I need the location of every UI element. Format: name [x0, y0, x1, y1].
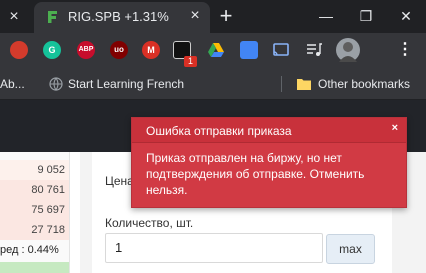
menu-kebab-icon[interactable]: ⋮	[396, 41, 414, 59]
max-button[interactable]: max	[326, 234, 375, 264]
toast-close-icon[interactable]: ×	[392, 122, 398, 134]
close-window-button[interactable]: ✕	[386, 0, 426, 33]
adblock-plus-icon[interactable]: ABP	[77, 41, 95, 59]
order-book-value: 75 697	[0, 200, 69, 220]
tab-favicon-icon	[48, 11, 57, 23]
order-book-value: 27 718	[0, 220, 69, 240]
error-toast: Ошибка отправки приказа × Приказ отправл…	[131, 117, 407, 208]
bookmarks-bar: Ab... Start Learning French Other bookma…	[0, 69, 426, 100]
other-bookmarks[interactable]: Other bookmarks	[318, 77, 410, 91]
order-book-value: 80 761	[0, 180, 69, 200]
toast-message: Приказ отправлен на биржу, но нет подтве…	[146, 151, 365, 197]
globe-icon	[49, 77, 63, 91]
bookmark-start-learning-french[interactable]: Start Learning French	[68, 77, 184, 91]
translate-icon[interactable]	[240, 41, 258, 59]
bid-row	[0, 262, 69, 273]
bookmark-item[interactable]: Ab...	[0, 77, 25, 91]
restore-button[interactable]: ❐	[346, 0, 386, 33]
active-tab[interactable]: RIG.SPB +1.31% ×	[34, 2, 210, 33]
gmail-icon[interactable]: M	[142, 41, 160, 59]
extension-badge: 1	[184, 56, 197, 67]
inactive-tab-close-icon[interactable]: ×	[0, 0, 28, 33]
toast-header: Ошибка отправки приказа ×	[132, 118, 406, 143]
toast-title: Ошибка отправки приказа	[146, 124, 292, 138]
tab-strip: × RIG.SPB +1.31% × + — ❐ ✕	[0, 0, 426, 33]
order-book-value: 9 052	[0, 160, 69, 180]
minimize-button[interactable]: —	[306, 0, 346, 33]
bookmarks-divider	[281, 76, 282, 92]
active-tab-title: RIG.SPB +1.31%	[68, 9, 169, 24]
cast-icon[interactable]	[272, 41, 290, 59]
tab-close-icon[interactable]: ×	[186, 7, 204, 25]
order-book-column: 9 052 80 761 75 697 27 718 ред : 0.44%	[0, 152, 70, 273]
extensions-toolbar: G ABP uo M ⋮	[0, 33, 426, 69]
grammarly-icon[interactable]: G	[43, 41, 61, 59]
media-control-icon[interactable]	[305, 41, 323, 59]
spread-value: ред : 0.44%	[0, 244, 59, 256]
santa-extension-icon[interactable]	[10, 41, 28, 59]
new-tab-button[interactable]: +	[214, 4, 238, 28]
quantity-input[interactable]: 1	[105, 233, 323, 263]
folder-icon	[297, 79, 311, 90]
price-label: Цена	[105, 174, 134, 188]
profile-avatar[interactable]	[336, 38, 360, 62]
quantity-label: Количество, шт.	[105, 216, 194, 230]
google-drive-icon[interactable]	[207, 41, 225, 59]
ublock-origin-icon[interactable]: uo	[110, 41, 128, 59]
